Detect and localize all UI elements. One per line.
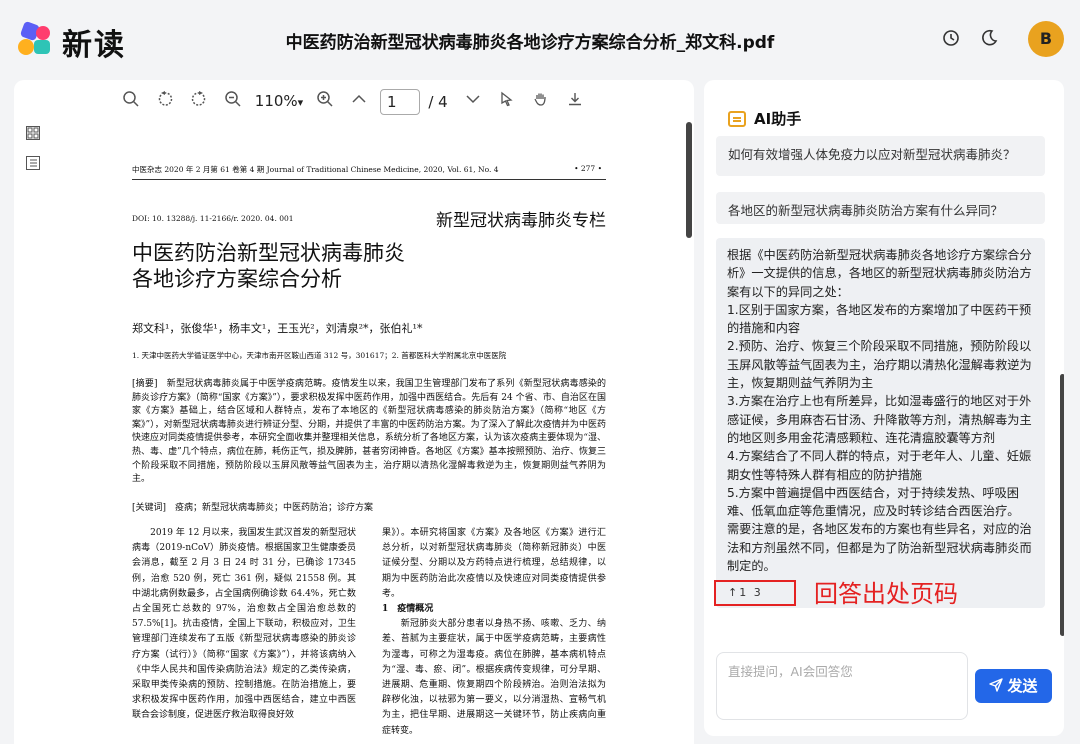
select-cursor-icon[interactable] (490, 90, 524, 114)
send-button[interactable]: 发送 (975, 669, 1052, 703)
ai-chat-scrollbar[interactable] (1060, 374, 1064, 636)
chat-bubble-icon (728, 110, 746, 127)
pdf-affiliation: 1. 天津中医药大学循证医学中心，天津市南开区鞍山西道 312 号，301617… (132, 351, 507, 360)
zoom-level-select[interactable]: 110%▾ (250, 89, 308, 115)
outline-list-icon[interactable] (26, 156, 40, 170)
thumbnails-grid-icon[interactable] (26, 126, 40, 140)
ai-assistant-panel: AI助手 如何有效增强人体免疫力以应对新型冠状病毒肺炎？ 各地区的新型冠状病毒肺… (704, 80, 1064, 736)
pdf-authors: 郑文科¹，张俊华¹，杨丰文¹，王玉光²，刘清泉²*，张伯礼¹* (132, 322, 423, 335)
pdf-doi: DOI: 10. 13288/j. 11-2166/r. 2020. 04. 0… (132, 214, 294, 223)
ai-panel-header: AI助手 (728, 108, 801, 129)
pdf-keywords: [关键词] 疫病；新型冠状病毒肺炎；中医药防治；诊疗方案 (132, 503, 374, 513)
pdf-column-title: 新型冠状病毒肺炎专栏 (436, 211, 606, 231)
pdf-section-heading: 1 疫情概况 (382, 604, 434, 615)
dark-mode-moon-icon[interactable] (978, 28, 1000, 50)
send-plane-icon (989, 678, 1004, 692)
document-title: 中医药防治新型冠状病毒肺炎各地诊疗方案综合分析_郑文科.pdf (285, 33, 775, 53)
pdf-body-column-2: 果》）。本研究将国家《方案》及各地区《方案》进行汇总分析，以对新型冠状病毒肺炎（… (382, 528, 606, 736)
app-logo-icon[interactable] (16, 20, 54, 58)
question-input[interactable]: 直接提问，AI会回答您 (716, 652, 968, 720)
pdf-viewer-panel: 110%▾ 1 / 4 中医杂志 2020 年 2 月第 61 卷第 4 期 J… (14, 80, 694, 744)
page-number-input[interactable]: 1 (380, 89, 420, 115)
pdf-scrollbar[interactable] (686, 122, 692, 238)
rotate-right-icon[interactable] (182, 90, 216, 114)
user-avatar[interactable]: B (1028, 21, 1064, 57)
pdf-abstract: [摘要] 新型冠状病毒肺炎属于中医学疫病范畴。疫情发生以来，我国卫生管理部门发布… (132, 379, 606, 485)
citation-page-links[interactable]: ↑1 3 (714, 580, 796, 606)
next-page-chevron-down-icon[interactable] (456, 90, 490, 114)
ai-answer-text: 根据《中医药防治新型冠状病毒肺炎各地诊疗方案综合分析》一文提供的信息，各地区的新… (727, 248, 1032, 574)
citation-annotation-label: 回答出处页码 (814, 580, 958, 608)
ai-answer-bubble: 根据《中医药防治新型冠状病毒肺炎各地诊疗方案综合分析》一文提供的信息，各地区的新… (716, 238, 1045, 608)
ai-panel-title: AI助手 (754, 110, 802, 128)
download-icon[interactable] (558, 90, 592, 114)
hand-pan-icon[interactable] (524, 90, 558, 114)
pdf-article-title: 中医药防治新型冠状病毒肺炎 各地诊疗方案综合分析 (132, 241, 405, 291)
pdf-toolbar: 110%▾ 1 / 4 (114, 89, 592, 115)
app-brand-name: 新读 (62, 28, 126, 63)
page-total: / 4 (428, 93, 448, 111)
search-icon[interactable] (114, 90, 148, 114)
zoom-in-icon[interactable] (308, 90, 342, 114)
previous-page-chevron-up-icon[interactable] (342, 90, 376, 114)
rotate-left-icon[interactable] (148, 90, 182, 114)
pdf-running-header: 中医杂志 2020 年 2 月第 61 卷第 4 期 Journal of Tr… (132, 164, 606, 180)
history-icon[interactable] (940, 28, 962, 50)
top-bar: 新读 中医药防治新型冠状病毒肺炎各地诊疗方案综合分析_郑文科.pdf B (0, 0, 1080, 78)
user-question-bubble: 如何有效增强人体免疫力以应对新型冠状病毒肺炎？ (716, 136, 1045, 176)
user-question-bubble: 各地区的新型冠状病毒肺炎防治方案有什么异同？ (716, 192, 1045, 224)
zoom-out-icon[interactable] (216, 90, 250, 114)
pdf-body-column-1: 2019 年 12 月以来，我国发生武汉首发的新型冠状病毒（2019-nCoV）… (132, 528, 356, 721)
